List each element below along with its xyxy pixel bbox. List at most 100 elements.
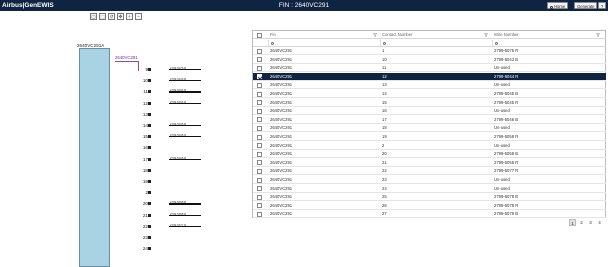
row-checkbox[interactable]: [257, 203, 262, 209]
header-contact[interactable]: Contact Number: [382, 31, 413, 39]
row-checkbox[interactable]: [257, 74, 262, 80]
page-4-button[interactable]: 4: [596, 219, 603, 226]
pin-terminal[interactable]: [148, 191, 151, 195]
pin-terminal[interactable]: [148, 180, 151, 183]
pin-terminal[interactable]: [148, 124, 151, 127]
row-checkbox[interactable]: [257, 82, 262, 88]
row-checkbox[interactable]: [257, 100, 262, 106]
pin-terminal[interactable]: [148, 224, 151, 228]
table-row[interactable]: 2640VC291 16 Un-used: [253, 107, 606, 116]
pin-terminal[interactable]: [148, 247, 151, 251]
row-checkbox[interactable]: [257, 91, 262, 97]
page-3-button[interactable]: 3: [587, 219, 594, 226]
zoom-in-icon[interactable]: +: [126, 13, 133, 20]
cell-wire: 2799-5078 R: [494, 202, 519, 208]
connector-link-line: [115, 61, 138, 62]
table-row[interactable]: 2640VC291 10 2799-5043 B: [253, 56, 606, 64]
row-checkbox[interactable]: [257, 65, 262, 71]
filter-icon[interactable]: [596, 32, 600, 37]
pin-terminal[interactable]: [148, 157, 151, 161]
row-checkbox[interactable]: [257, 134, 262, 140]
pin-number: 24: [142, 246, 148, 252]
row-checkbox[interactable]: [257, 194, 262, 200]
pin-terminal[interactable]: [148, 101, 151, 105]
row-checkbox[interactable]: [257, 143, 262, 149]
table-row[interactable]: 2640VC291 14 2799-5045 B: [253, 90, 606, 98]
table-row[interactable]: 2640VC291 13 Un-used: [253, 81, 606, 90]
table-row[interactable]: 2640VC291 21 2799-5058 R: [253, 159, 606, 167]
row-checkbox[interactable]: [257, 151, 262, 157]
cell-wire: 2799-5076 R: [494, 48, 519, 53]
row-checkbox[interactable]: [257, 186, 262, 192]
connector-shape[interactable]: [79, 48, 110, 267]
cell-fin: 2640VC291: [270, 116, 293, 122]
cell-wire: Un-used: [494, 82, 510, 88]
help-button[interactable]: ?: [598, 2, 606, 9]
cell-wire: 2799-5045 R: [494, 99, 519, 105]
wire-label: 2799-5044 R: [170, 88, 187, 93]
pin-terminal[interactable]: [148, 79, 151, 83]
table-row[interactable]: 2640VC291 12 2799-5044 R: [253, 72, 606, 81]
reset-icon[interactable]: ↺: [108, 13, 115, 20]
cell-contact: 20: [382, 151, 387, 157]
pin-number: 21: [142, 212, 148, 218]
table-row[interactable]: 2640VC291 2 Un-used: [253, 142, 606, 150]
header-fin[interactable]: Fin: [270, 31, 276, 39]
table-row[interactable]: 2640VC291 25 2799-5078 B: [253, 193, 606, 202]
wire-filter-input[interactable]: [492, 40, 605, 46]
row-checkbox[interactable]: [257, 168, 262, 174]
search-icon: [495, 42, 498, 45]
table-row[interactable]: 2640VC291 27 2799-5079 B: [253, 210, 606, 219]
fin-filter-input[interactable]: [268, 40, 379, 46]
row-checkbox[interactable]: [257, 160, 262, 166]
pin-terminal[interactable]: [148, 90, 151, 94]
select-all-checkbox[interactable]: [257, 32, 262, 38]
pin-terminal[interactable]: [148, 236, 151, 239]
table-row[interactable]: 2640VC291 23 Un-used: [253, 176, 606, 184]
wire-label: 2799-5045 B: [170, 122, 187, 126]
table-row[interactable]: 2640VC291 20 2799-5058 B: [253, 150, 606, 159]
cell-fin: 2640VC291: [270, 168, 293, 174]
pin-terminal[interactable]: [148, 135, 151, 139]
row-checkbox[interactable]: [257, 57, 262, 63]
pin-terminal[interactable]: [148, 168, 151, 172]
generate-button[interactable]: Generate: [574, 2, 598, 9]
table-row[interactable]: 2640VC291 24 Un-used: [253, 185, 606, 193]
page-2-button[interactable]: 2: [578, 219, 585, 226]
row-checkbox[interactable]: [257, 177, 262, 183]
pin-terminal[interactable]: [148, 146, 151, 150]
row-checkbox[interactable]: [257, 48, 262, 54]
wiring-diagram[interactable]: 2640VC291A 2640VC291 9 2799-5076 R 10 2799-…: [0, 22, 236, 267]
pin-number: 23: [142, 235, 148, 240]
help-button-label: ?: [600, 4, 604, 9]
table-row[interactable]: 2640VC291 11 Un-used: [253, 64, 606, 73]
cell-wire: 2799-5079 B: [494, 211, 518, 217]
pin-terminal[interactable]: [148, 112, 151, 116]
zoom-out-icon[interactable]: −: [135, 13, 142, 20]
filter-icon[interactable]: [373, 32, 377, 37]
table-row[interactable]: 2640VC291 1 2799-5076 R: [253, 47, 606, 55]
cell-wire: 2799-5044 R: [494, 73, 519, 79]
header-wire[interactable]: Wire Number: [494, 31, 519, 39]
table-row[interactable]: 2640VC291 17 2799-5046 B: [253, 116, 606, 124]
table-row[interactable]: 2640VC291 26 2799-5078 R: [253, 202, 606, 210]
cell-contact: 2: [382, 142, 385, 148]
table-row[interactable]: 2640VC291 15 2799-5045 R: [253, 99, 606, 107]
row-checkbox[interactable]: [257, 211, 262, 217]
row-checkbox[interactable]: [257, 117, 262, 123]
contact-filter-input[interactable]: [380, 40, 491, 46]
pin-terminal[interactable]: [148, 213, 151, 217]
row-checkbox[interactable]: [257, 108, 262, 114]
fit-icon[interactable]: ▢: [90, 13, 97, 20]
row-checkbox[interactable]: [257, 125, 262, 131]
table-row[interactable]: 2640VC291 18 Un-used: [253, 124, 606, 133]
pin-terminal[interactable]: [148, 68, 151, 71]
pan-icon[interactable]: ✥: [117, 13, 124, 20]
filter-icon[interactable]: [484, 32, 488, 37]
page-1-button[interactable]: 1: [569, 219, 576, 226]
home-button[interactable]: Home: [547, 2, 569, 9]
table-row[interactable]: 2640VC291 19 2799-5058 R: [253, 133, 606, 141]
table-row[interactable]: 2640VC291 22 2799-5077 R: [253, 167, 606, 176]
select-icon[interactable]: ⬚: [99, 13, 106, 20]
pin-terminal[interactable]: [148, 202, 151, 206]
